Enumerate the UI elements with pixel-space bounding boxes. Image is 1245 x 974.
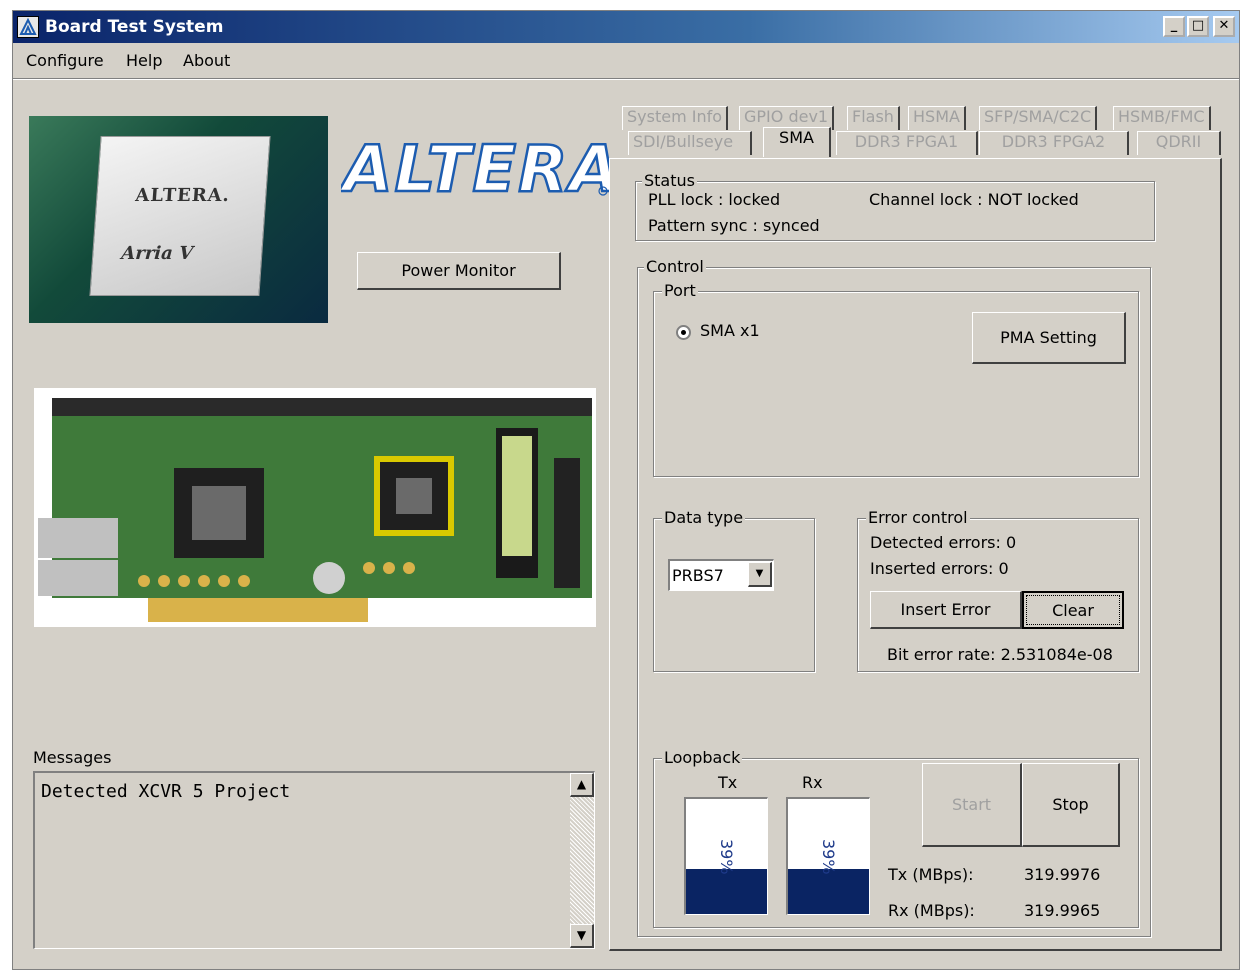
tab-system-info[interactable]: System Info <box>622 106 729 130</box>
tx-percent-text: 39% <box>717 839 736 875</box>
app-icon <box>17 16 39 38</box>
loopback-title: Loopback <box>662 748 743 767</box>
tab-hsmb-fmc[interactable]: HSMB/FMC <box>1113 106 1211 130</box>
stop-button[interactable]: Stop <box>1022 763 1120 847</box>
menu-about[interactable]: About <box>183 51 230 70</box>
tab-flash[interactable]: Flash <box>847 106 900 130</box>
data-type-title: Data type <box>662 508 746 527</box>
tx-rate-value: 319.9976 <box>1024 865 1101 884</box>
port-group: Port SMA x1 PMA Setting <box>653 281 1139 477</box>
data-type-select[interactable]: PRBS7 ▼ <box>668 559 774 591</box>
tab-ddr3-fpga2[interactable]: DDR3 FPGA2 <box>979 131 1129 155</box>
title-bar[interactable]: Board Test System _ □ ✕ <box>13 11 1239 43</box>
rx-meter: 39% <box>786 797 870 915</box>
messages-box[interactable]: Detected XCVR 5 Project ▲ ▼ <box>33 771 595 949</box>
power-monitor-button[interactable]: Power Monitor <box>357 252 561 290</box>
messages-label: Messages <box>33 748 112 767</box>
status-group: Status PLL lock : locked Channel lock : … <box>635 171 1155 241</box>
status-title: Status <box>642 171 697 190</box>
tx-meter-fill <box>686 869 767 914</box>
tx-label: Tx <box>718 773 738 792</box>
detected-errors-text: Detected errors: 0 <box>870 533 1017 552</box>
menu-configure[interactable]: Configure <box>26 51 104 70</box>
board-image <box>34 388 596 627</box>
rx-label: Rx <box>802 773 823 792</box>
tab-hsma[interactable]: HSMA <box>908 106 966 130</box>
tab-sdi-bullseye[interactable]: SDI/Bullseye <box>628 131 752 155</box>
tab-ddr3-fpga1[interactable]: DDR3 FPGA1 <box>836 131 978 155</box>
channel-lock-status: Channel lock : NOT locked <box>869 190 1079 209</box>
close-button[interactable]: ✕ <box>1213 16 1235 37</box>
clear-button[interactable]: Clear <box>1022 591 1124 629</box>
rx-percent-text: 39% <box>819 839 838 875</box>
sma-x1-radio[interactable] <box>676 325 691 340</box>
scroll-up-icon[interactable]: ▲ <box>570 773 594 797</box>
fpga-chip: ALTERA. Arria V <box>89 136 271 296</box>
brand-logo-text: ALTERA <box>341 133 609 201</box>
maximize-button[interactable]: □ <box>1187 16 1209 37</box>
bit-error-rate-text: Bit error rate: 2.531084e-08 <box>887 645 1113 664</box>
data-type-group: Data type PRBS7 ▼ <box>653 508 815 672</box>
chip-image: ALTERA. Arria V <box>29 116 328 323</box>
tx-rate-label: Tx (MBps): <box>888 865 974 884</box>
menu-bar: Configure Help About <box>13 45 1239 77</box>
sma-x1-label: SMA x1 <box>700 321 760 340</box>
board-test-window: Board Test System _ □ ✕ Configure Help A… <box>12 10 1240 970</box>
menu-divider <box>13 78 1239 80</box>
menu-help[interactable]: Help <box>126 51 162 70</box>
window-title: Board Test System <box>45 17 224 37</box>
rx-rate-label: Rx (MBps): <box>888 901 975 920</box>
error-control-group: Error control Detected errors: 0 Inserte… <box>857 508 1139 672</box>
tx-meter: 39% <box>684 797 768 915</box>
radio-selected-dot <box>681 330 686 335</box>
scroll-down-icon[interactable]: ▼ <box>570 924 594 948</box>
loopback-group: Loopback Tx Rx 39% 39% Start Stop Tx (MB… <box>653 748 1139 928</box>
chip-brand-text: ALTERA. <box>134 185 231 206</box>
tab-sma[interactable]: SMA <box>763 127 831 157</box>
chevron-down-icon[interactable]: ▼ <box>748 562 772 587</box>
chip-family-text: Arria V <box>120 243 194 264</box>
tab-qdrii[interactable]: QDRII <box>1137 131 1221 155</box>
insert-error-button[interactable]: Insert Error <box>870 591 1022 629</box>
port-title: Port <box>662 281 698 300</box>
error-control-title: Error control <box>866 508 970 527</box>
tab-sfp-sma-c2c[interactable]: SFP/SMA/C2C <box>979 106 1098 130</box>
inserted-errors-text: Inserted errors: 0 <box>870 559 1009 578</box>
messages-scrollbar[interactable]: ▲ ▼ <box>570 773 594 948</box>
message-line: Detected XCVR 5 Project <box>41 781 291 802</box>
pll-lock-status: PLL lock : locked <box>648 190 781 209</box>
start-button[interactable]: Start <box>922 763 1022 847</box>
data-type-value: PRBS7 <box>672 566 724 585</box>
minimize-button[interactable]: _ <box>1163 16 1185 37</box>
brand-logo: ALTERA <box>337 131 620 209</box>
rx-meter-fill <box>788 869 869 914</box>
control-title: Control <box>644 257 706 276</box>
rx-rate-value: 319.9965 <box>1024 901 1101 920</box>
pattern-sync-status: Pattern sync : synced <box>648 216 820 235</box>
pma-setting-button[interactable]: PMA Setting <box>972 312 1126 364</box>
